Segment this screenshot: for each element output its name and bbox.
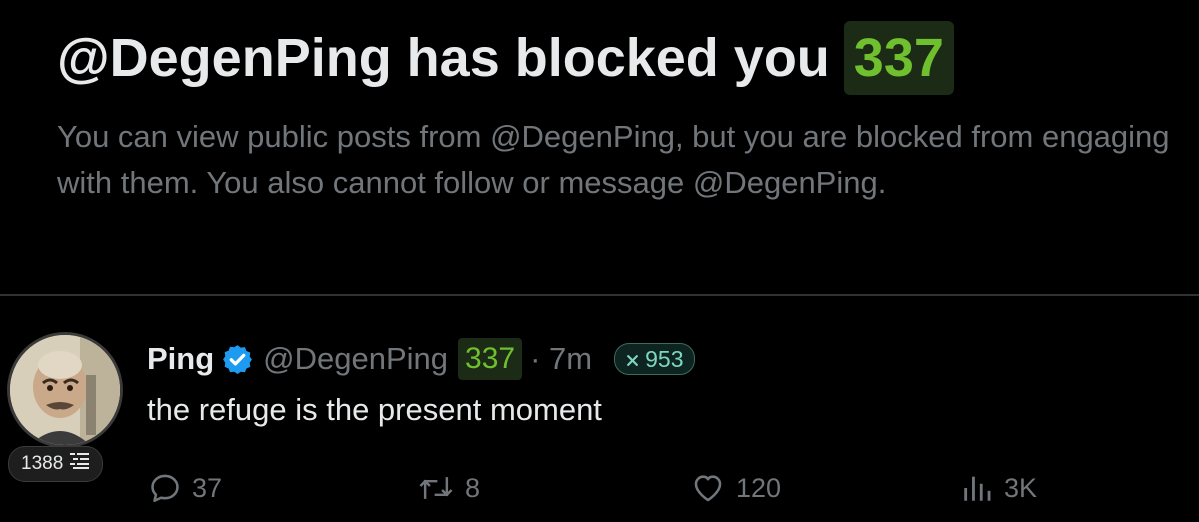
reply-icon (148, 471, 182, 505)
verified-badge-icon[interactable] (221, 343, 254, 376)
tweet-actions: 37 8 120 3K (0, 468, 1199, 508)
tweet-header: Ping @DegenPing 337 · 7m 953 (147, 336, 696, 382)
x-mark-icon (626, 346, 639, 373)
blocked-notice: @DegenPing has blocked you 337 You can v… (57, 18, 1197, 206)
views-icon (960, 471, 994, 505)
repost-count: 8 (465, 472, 481, 503)
heart-icon (690, 471, 726, 505)
views-button[interactable]: 3K (960, 468, 1037, 508)
avatar[interactable] (7, 332, 123, 448)
user-score-badge: 337 (458, 338, 523, 380)
user-handle[interactable]: @DegenPing (263, 341, 448, 377)
display-name[interactable]: Ping (147, 341, 214, 377)
repost-icon (417, 471, 455, 505)
x-score-value: 953 (645, 345, 684, 372)
views-count: 3K (1004, 472, 1038, 503)
reply-button[interactable]: 37 (148, 468, 222, 508)
like-button[interactable]: 120 (690, 468, 781, 508)
reply-count: 37 (192, 472, 223, 503)
tweet-timestamp[interactable]: · 7m (530, 341, 592, 377)
section-divider (0, 294, 1199, 296)
tweet-text: the refuge is the present moment (147, 392, 602, 427)
title-score-badge: 337 (843, 21, 954, 95)
blocked-description: You can view public posts from @DegenPin… (57, 119, 1170, 200)
repost-button[interactable]: 8 (417, 468, 480, 508)
x-score-pill[interactable]: 953 (614, 343, 696, 375)
like-count: 120 (736, 472, 782, 503)
avatar-image (10, 335, 120, 445)
blocked-title-text: @DegenPing has blocked you (57, 28, 830, 88)
blocked-title: @DegenPing has blocked you 337 (57, 18, 1197, 98)
